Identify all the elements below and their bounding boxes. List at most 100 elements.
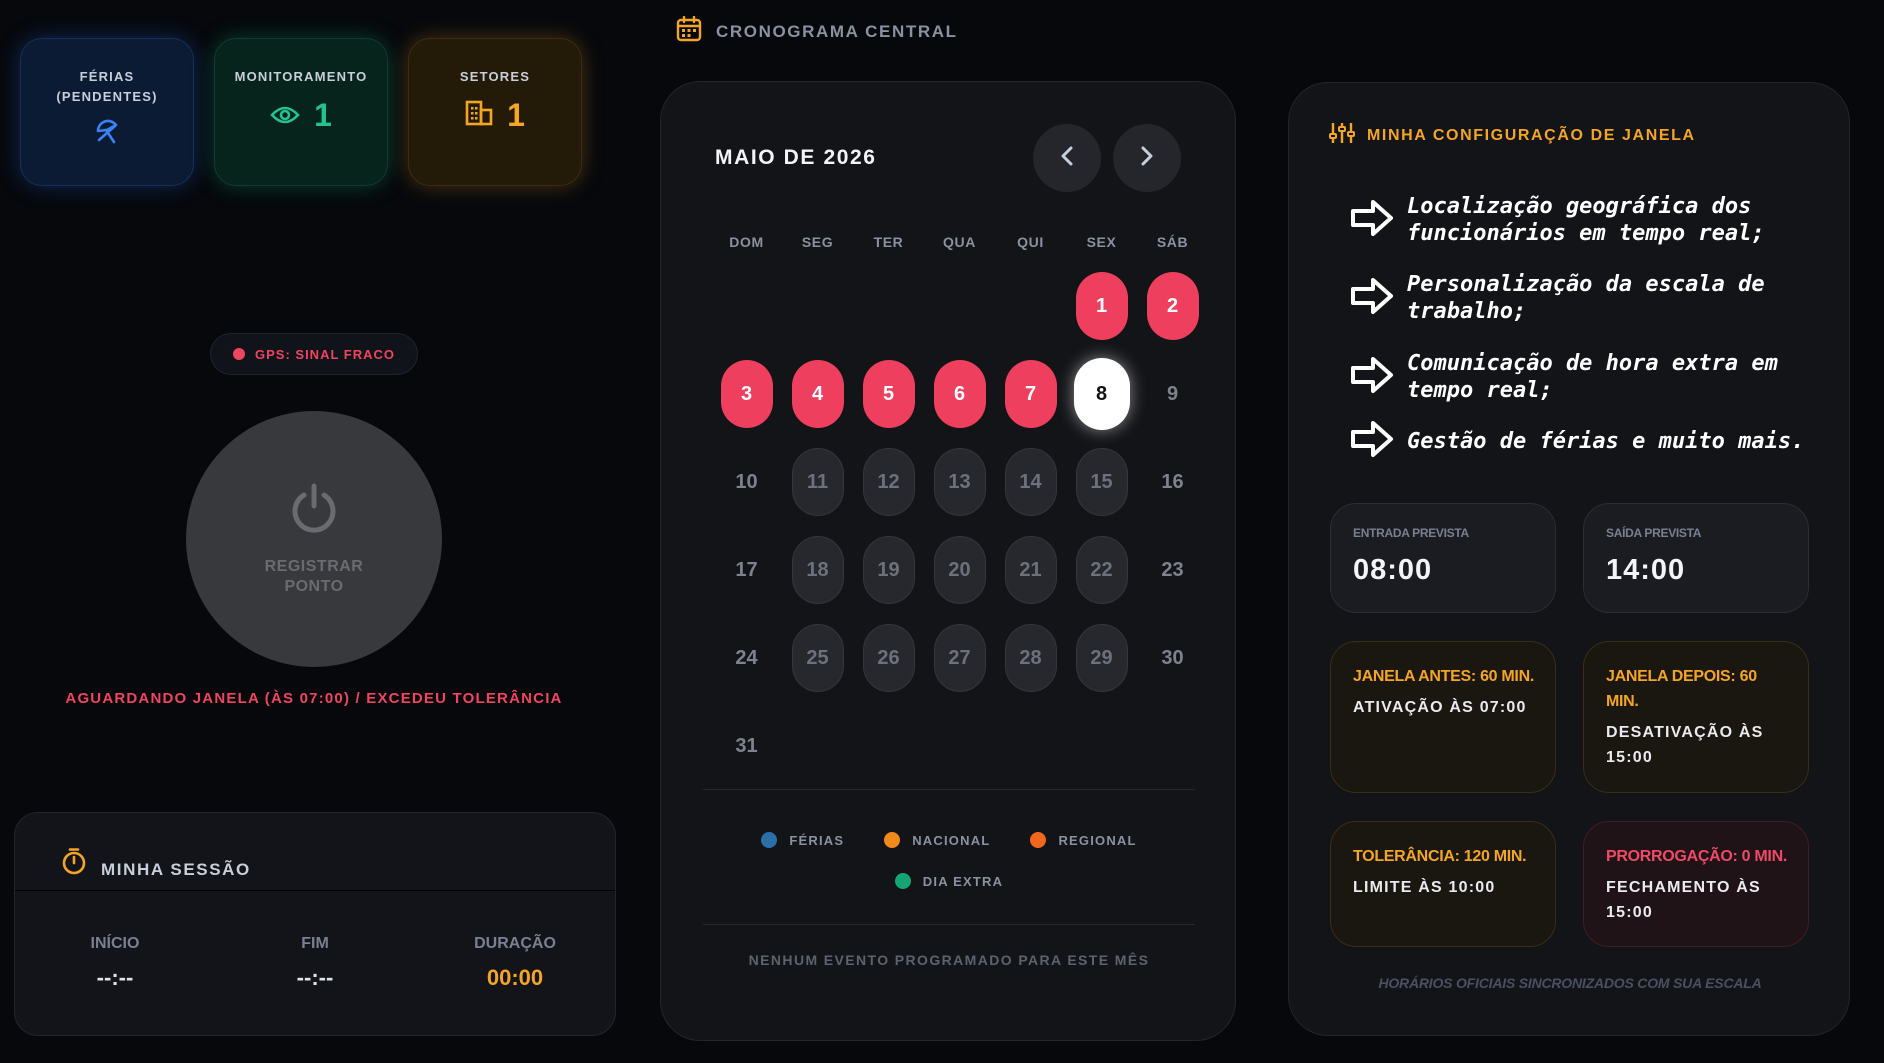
register-punch-label: REGISTRAR PONTO bbox=[265, 557, 364, 597]
weekday-label: SEG bbox=[801, 234, 834, 250]
calendar-day[interactable]: 31 bbox=[721, 712, 773, 780]
feature-item: Comunicação de hora extra em tempo real; bbox=[1349, 350, 1819, 404]
window-config-title: MINHA CONFIGURAÇÃO DE JANELA bbox=[1329, 121, 1696, 150]
stat-card-monitoramento[interactable]: MONITORAMENTO 1 bbox=[214, 38, 388, 186]
arrow-right-icon bbox=[1349, 355, 1395, 400]
calendar-next-button[interactable] bbox=[1113, 124, 1181, 192]
stat-value-setores: 1 bbox=[507, 97, 525, 133]
register-punch-button[interactable]: REGISTRAR PONTO bbox=[186, 411, 442, 667]
arrow-right-icon bbox=[1349, 276, 1395, 321]
calendar-icon bbox=[676, 15, 702, 47]
stat-card-ferias[interactable]: FÉRIAS (PENDENTES) bbox=[20, 38, 194, 186]
stat-label-setores: SETORES bbox=[459, 69, 531, 84]
calendar-day[interactable]: 10 bbox=[721, 448, 773, 516]
window-config-title-text: MINHA CONFIGURAÇÃO DE JANELA bbox=[1367, 126, 1696, 144]
calendar-day[interactable]: 15 bbox=[1075, 448, 1128, 516]
session-card: MINHA SESSÃO INÍCIO --:-- FIM --:-- DURA… bbox=[14, 812, 616, 1036]
calendar-day[interactable]: 29 bbox=[1075, 624, 1128, 692]
eye-icon bbox=[270, 97, 300, 134]
calendar-day[interactable]: 18 bbox=[791, 536, 844, 604]
window-after-label: JANELA DEPOIS: 60 MIN. bbox=[1606, 668, 1757, 710]
calendar-day[interactable]: 4 bbox=[791, 360, 844, 428]
session-header: MINHA SESSÃO bbox=[15, 813, 615, 891]
calendar-day[interactable]: 1 bbox=[1075, 272, 1128, 340]
calendar-card: MAIO DE 2026 DOM SEG TER QUA QUI SEX SÁB 12345… bbox=[660, 81, 1236, 1041]
legend-item-nacional: NACIONAL bbox=[884, 832, 990, 848]
calendar-day[interactable]: 28 bbox=[1004, 624, 1057, 692]
session-duration-label: DURAÇÃO bbox=[474, 935, 556, 952]
umbrella-icon bbox=[93, 117, 121, 154]
arrow-right-icon bbox=[1349, 198, 1395, 243]
calendar-day[interactable]: 7 bbox=[1004, 360, 1057, 428]
window-config-card: MINHA CONFIGURAÇÃO DE JANELA Localização… bbox=[1288, 82, 1850, 1036]
calendar-day[interactable]: 23 bbox=[1147, 536, 1199, 604]
register-punch-label-line1: REGISTRAR bbox=[264, 557, 364, 575]
calendar-month-title: MAIO DE 2026 bbox=[715, 146, 877, 169]
calendar-day[interactable]: 17 bbox=[721, 536, 773, 604]
calendar-day[interactable]: 19 bbox=[862, 536, 915, 604]
gps-status-dot bbox=[233, 348, 245, 360]
feature-item: Gestão de férias e muito mais. bbox=[1349, 419, 1819, 464]
legend-dot-regional bbox=[1030, 832, 1047, 848]
gps-status-text: GPS: SINAL FRACO bbox=[255, 346, 395, 362]
weekday-label: QUI bbox=[1017, 234, 1044, 250]
calendar-day[interactable]: 22 bbox=[1075, 536, 1128, 604]
calendar-day[interactable]: 5 bbox=[862, 360, 915, 428]
weekday-label: QUA bbox=[943, 234, 976, 250]
register-punch-label-line2: PONTO bbox=[284, 577, 344, 595]
calendar-day[interactable]: 24 bbox=[721, 624, 773, 692]
weekday-label: TER bbox=[873, 234, 904, 250]
calendar-day[interactable]: 21 bbox=[1004, 536, 1057, 604]
calendar-prev-button[interactable] bbox=[1033, 124, 1101, 192]
stat-label-monitoramento: MONITORAMENTO bbox=[234, 69, 368, 84]
window-before-value: ATIVAÇÃO ÀS 07:00 bbox=[1353, 699, 1527, 716]
calendar-day[interactable]: 3 bbox=[720, 360, 773, 428]
gps-status-badge: GPS: SINAL FRACO bbox=[210, 333, 418, 375]
feature-text: Personalização da escala de trabalho; bbox=[1407, 272, 1765, 324]
legend-dot-ferias bbox=[761, 832, 778, 848]
session-title: MINHA SESSÃO bbox=[101, 860, 251, 879]
stat-label-line1: FÉRIAS bbox=[79, 69, 135, 84]
arrow-right-icon bbox=[1349, 419, 1395, 464]
calendar-day[interactable]: 26 bbox=[862, 624, 915, 692]
window-before-box: JANELA ANTES: 60 MIN. ATIVAÇÃO ÀS 07:00 bbox=[1330, 641, 1556, 793]
building-icon bbox=[465, 97, 493, 134]
power-icon bbox=[287, 482, 341, 541]
calendar-divider bbox=[703, 924, 1195, 925]
calendar-day[interactable]: 9 bbox=[1147, 360, 1199, 428]
calendar-day[interactable]: 25 bbox=[791, 624, 844, 692]
calendar-day[interactable]: 11 bbox=[791, 448, 844, 516]
weekday-label: SÁB bbox=[1156, 234, 1189, 250]
legend-item-ferias: FÉRIAS bbox=[761, 832, 844, 848]
session-end-label: FIM bbox=[301, 935, 329, 952]
calendar-day[interactable]: 8 bbox=[1073, 358, 1130, 430]
stopwatch-icon bbox=[61, 847, 87, 880]
weekday-header: DOM SEG TER QUA QUI SEX SÁB bbox=[711, 234, 1208, 250]
weekday-label: DOM bbox=[729, 234, 764, 250]
calendar-day[interactable]: 30 bbox=[1147, 624, 1199, 692]
session-duration-value: 00:00 bbox=[486, 965, 544, 990]
legend-item-dia-extra: DIA EXTRA bbox=[894, 873, 1003, 889]
window-before-label: JANELA ANTES: 60 MIN. bbox=[1353, 668, 1534, 685]
legend-label-ferias: FÉRIAS bbox=[789, 832, 845, 848]
calendar-day[interactable]: 20 bbox=[933, 536, 986, 604]
expected-entry-box: ENTRADA PREVISTA 08:00 bbox=[1330, 503, 1556, 613]
calendar-divider bbox=[703, 789, 1195, 790]
session-end-value: --:-- bbox=[296, 965, 334, 990]
calendar-legend-row-1: FÉRIAS NACIONAL REGIONAL bbox=[661, 832, 1237, 848]
chevron-left-icon bbox=[1059, 145, 1075, 172]
feature-text: Localização geográfica dos funcionários … bbox=[1407, 194, 1765, 246]
session-start-value: --:-- bbox=[96, 965, 134, 990]
stat-card-setores[interactable]: SETORES 1 bbox=[408, 38, 582, 186]
calendar-day[interactable]: 12 bbox=[862, 448, 915, 516]
expected-exit-value: 14:00 bbox=[1606, 554, 1686, 586]
calendar-day[interactable]: 6 bbox=[933, 360, 986, 428]
calendar-day[interactable]: 13 bbox=[933, 448, 986, 516]
calendar-day[interactable]: 16 bbox=[1147, 448, 1199, 516]
session-start: INÍCIO --:-- bbox=[15, 935, 215, 991]
calendar-day[interactable]: 14 bbox=[1004, 448, 1057, 516]
calendar-day[interactable]: 27 bbox=[933, 624, 986, 692]
feature-text: Comunicação de hora extra em tempo real; bbox=[1407, 351, 1778, 403]
calendar-day[interactable]: 2 bbox=[1146, 272, 1199, 340]
weekday-label: SEX bbox=[1086, 234, 1117, 250]
